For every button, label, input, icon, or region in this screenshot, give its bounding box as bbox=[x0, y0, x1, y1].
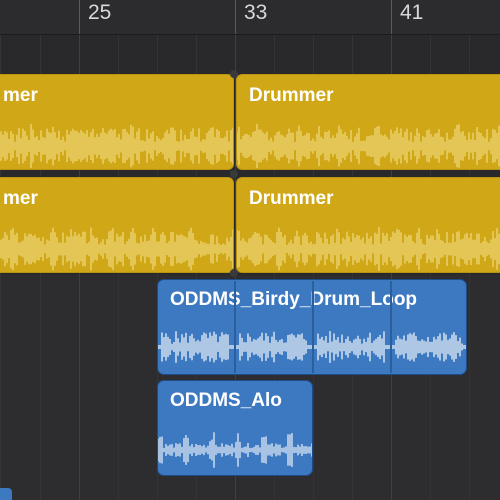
drummer-region[interactable]: mer bbox=[0, 74, 234, 170]
timeline-ruler[interactable]: 25 33 41 bbox=[0, 0, 500, 35]
region-name: Drummer bbox=[249, 188, 334, 209]
waveform-path bbox=[158, 432, 312, 468]
bar-marker-25: 25 bbox=[79, 0, 111, 34]
bar-marker-33: 33 bbox=[235, 0, 267, 34]
drummer-region[interactable]: Drummer bbox=[236, 74, 500, 170]
loop-divider bbox=[312, 281, 314, 373]
waveform bbox=[237, 124, 500, 168]
drummer-region[interactable]: Drummer bbox=[236, 177, 500, 273]
waveform bbox=[0, 124, 233, 168]
audio-region-edge[interactable] bbox=[0, 488, 12, 500]
waveform bbox=[0, 227, 233, 271]
waveform bbox=[158, 432, 312, 468]
loop-divider bbox=[234, 281, 236, 373]
bar-marker-41: 41 bbox=[391, 0, 423, 34]
region-join-marker bbox=[230, 269, 238, 277]
track-lane-5[interactable] bbox=[0, 485, 500, 500]
loop-divider bbox=[390, 281, 392, 373]
region-name: mer bbox=[3, 85, 38, 106]
waveform-path bbox=[237, 124, 500, 168]
waveform-path bbox=[0, 227, 233, 271]
audio-region-alo[interactable]: ODDMS_Alo bbox=[157, 380, 313, 476]
waveform bbox=[237, 227, 500, 271]
region-name: Drummer bbox=[249, 85, 334, 106]
region-name: ODDMS_Birdy_Drum_Loop bbox=[170, 289, 418, 310]
drummer-region[interactable]: mer bbox=[0, 177, 234, 273]
region-name: mer bbox=[3, 188, 38, 209]
region-join-marker bbox=[230, 70, 238, 78]
waveform-path bbox=[0, 124, 233, 168]
waveform-path bbox=[237, 227, 500, 271]
region-join-marker bbox=[230, 170, 238, 178]
region-name: ODDMS_Alo bbox=[170, 390, 282, 411]
